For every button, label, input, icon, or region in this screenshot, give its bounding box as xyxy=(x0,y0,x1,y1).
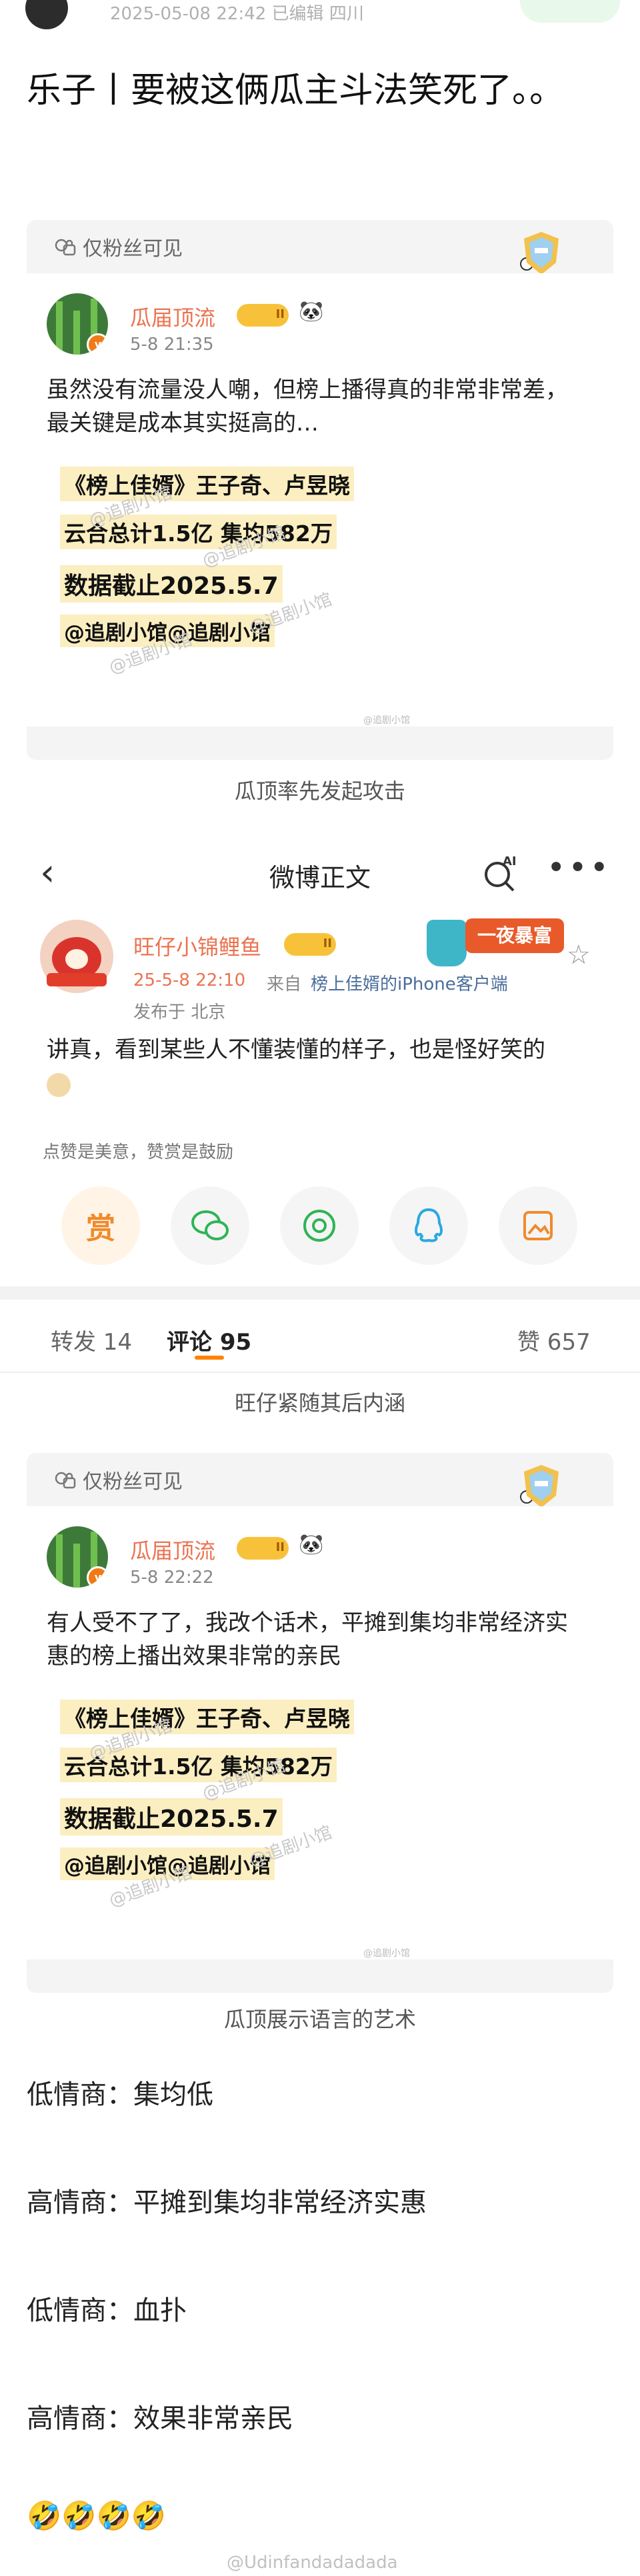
lock-icon xyxy=(55,239,76,256)
image-line-3: 数据截止2025.5.7 xyxy=(60,565,283,603)
laughing-emoji-icons: 🤣🤣🤣🤣 xyxy=(27,2499,167,2532)
post-time: 25-5-8 22:10 xyxy=(133,970,246,990)
wechat-share-button[interactable] xyxy=(171,1186,249,1265)
screenshot-card-2: 仅粉丝可见 v 瓜届顶流 II 🐼 5-8 22:22 有人受不了了，我改个话术… xyxy=(27,1453,613,1993)
image-watermark-small: @追剧小馆 xyxy=(363,1948,410,1959)
smile-emoji-icon xyxy=(47,1073,71,1097)
post-text: 虽然没有流量没人嘲，但榜上播得真的非常非常差，最关键是成本其实挺高的… xyxy=(47,377,568,437)
fans-only-label: 仅粉丝可见 xyxy=(83,1470,183,1494)
tab-repost[interactable]: 转发 14 xyxy=(51,1324,132,1356)
image-save-icon xyxy=(523,1211,553,1240)
tab-underline xyxy=(195,1356,224,1360)
source-link[interactable]: 榜上佳婿的iPhone客户端 xyxy=(311,970,508,995)
footer-watermark: @Udinfandadadada xyxy=(227,2553,398,2573)
username[interactable]: 瓜届顶流 xyxy=(130,301,215,332)
fans-only-row: 仅粉丝可见 xyxy=(53,1465,183,1494)
more-icon[interactable]: ••• xyxy=(547,849,611,886)
text-line-1: 低情商：集均低 xyxy=(27,2079,213,2110)
vip-level-badge: II xyxy=(284,933,336,956)
qq-share-button[interactable] xyxy=(389,1186,468,1265)
panda-icon: 🐼 xyxy=(299,1533,324,1556)
nav-bar: ‹ 微博正文 AI ••• xyxy=(0,840,640,906)
location: 发布于 北京 xyxy=(133,1002,226,1022)
fans-only-row: 仅粉丝可见 xyxy=(53,232,183,261)
caption-2: 旺仔紧随其后内涵 xyxy=(234,1390,405,1416)
verified-icon: v xyxy=(87,333,108,355)
vip-level-badge: II xyxy=(237,304,289,327)
guadingliu-avatar[interactable]: v xyxy=(47,1526,108,1588)
text-line-2: 高情商：平摊到集均非常经济实惠 xyxy=(27,2187,427,2218)
tab-comment[interactable]: 评论 95 xyxy=(167,1324,251,1356)
tab-like[interactable]: 赞 657 xyxy=(517,1324,591,1356)
save-image-button[interactable] xyxy=(499,1186,577,1265)
lock-icon xyxy=(55,1472,76,1489)
wechat-icon xyxy=(191,1210,229,1240)
post-meta: 2025-05-08 22:42 已编辑 四川 xyxy=(110,4,364,24)
username[interactable]: 瓜届顶流 xyxy=(130,1534,215,1565)
nav-title: 微博正文 xyxy=(269,863,371,892)
panda-icon: 🐼 xyxy=(299,300,324,323)
post-time: 5-8 21:35 xyxy=(130,335,214,355)
image-line-3: 数据截止2025.5.7 xyxy=(60,1798,283,1836)
post-image[interactable]: 《榜上佳婿》王子奇、卢昱晓 云合总计1.5亿 集均582万 数据截止2025.5… xyxy=(47,1686,433,1939)
ai-search-icon[interactable]: AI xyxy=(480,853,520,893)
top-bar: 2025-05-08 22:42 已编辑 四川 xyxy=(0,0,640,40)
wangzai-avatar[interactable] xyxy=(40,920,113,993)
image-line-1: 《榜上佳婿》王子奇、卢昱晓 xyxy=(60,467,354,501)
vip-level-badge: II xyxy=(237,1537,289,1560)
moments-icon xyxy=(303,1210,335,1242)
fans-only-label: 仅粉丝可见 xyxy=(83,237,183,261)
follow-button[interactable] xyxy=(520,0,620,23)
badge-label: 一夜暴富 xyxy=(465,918,564,953)
star-icon[interactable]: ☆ xyxy=(567,940,591,970)
source-prefix: 来自 xyxy=(267,974,302,994)
fan-badge-icon xyxy=(520,1465,559,1508)
image-line-1: 《榜上佳婿》王子奇、卢昱晓 xyxy=(60,1700,354,1734)
post-text: 讲真，看到某些人不懂装懂的样子，也是怪好笑的 xyxy=(47,1036,545,1063)
reward-note: 点赞是美意，赞赏是鼓励 xyxy=(43,1142,234,1162)
author-avatar[interactable] xyxy=(25,0,68,29)
post-text: 有人受不了了，我改个话术，平摊到集均非常经济实惠的榜上播出效果非常的亲民 xyxy=(47,1610,568,1670)
post-image[interactable]: 《榜上佳婿》王子奇、卢昱晓 云合总计1.5亿 集均582万 数据截止2025.5… xyxy=(47,453,433,706)
caption-3: 瓜顶展示语言的艺术 xyxy=(223,2007,416,2032)
post-headline: 乐子丨要被这俩瓜主斗法笑死了。。 xyxy=(27,71,565,111)
text-line-3: 低情商：血扑 xyxy=(27,2295,187,2326)
caption-1: 瓜顶率先发起攻击 xyxy=(234,778,405,804)
moments-share-button[interactable] xyxy=(280,1186,359,1265)
text-line-4: 高情商：效果非常亲民 xyxy=(27,2403,293,2434)
post-time: 5-8 22:22 xyxy=(130,1568,214,1588)
guadingliu-avatar[interactable]: v xyxy=(47,293,108,355)
username[interactable]: 旺仔小锦鲤鱼 xyxy=(133,930,261,961)
qq-icon xyxy=(415,1208,443,1242)
screenshot-card-1: 仅粉丝可见 v 瓜届顶流 II 🐼 5-8 21:35 虽然没有流量没人嘲，但榜… xyxy=(27,220,613,760)
fan-badge-icon xyxy=(520,232,559,275)
divider xyxy=(0,1372,640,1373)
verified-icon: v xyxy=(87,1566,108,1588)
divider xyxy=(0,1286,640,1300)
reward-button[interactable]: 赏 xyxy=(61,1186,140,1265)
svg-text:AI: AI xyxy=(503,854,517,868)
image-watermark-small: @追剧小馆 xyxy=(363,715,410,726)
